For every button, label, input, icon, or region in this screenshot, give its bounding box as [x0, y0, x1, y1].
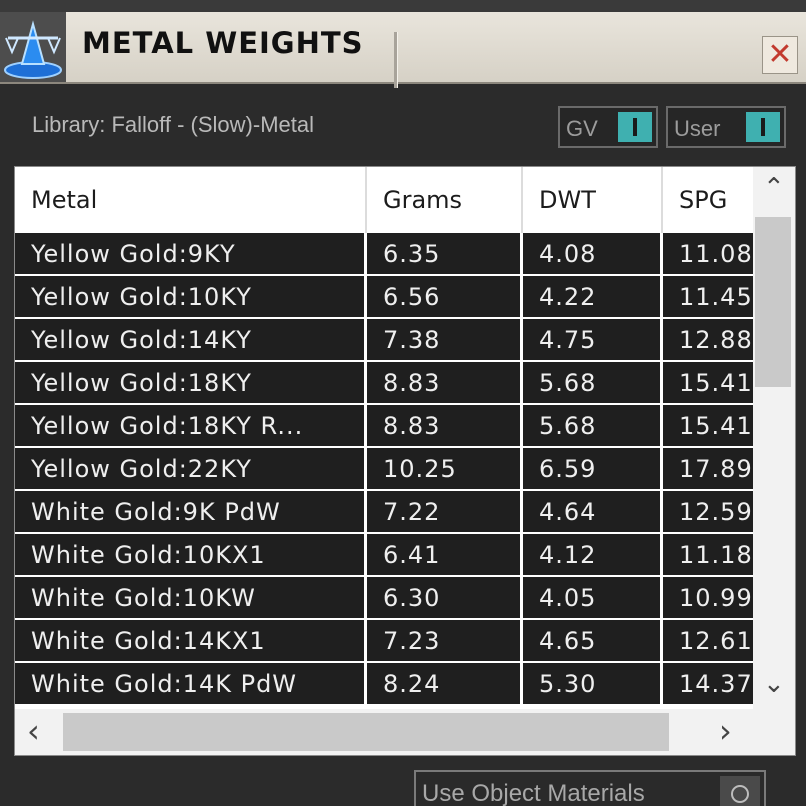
metal-weights-panel: METAL WEIGHTS ✕ Library: Falloff - (Slow… [0, 0, 806, 806]
cell-dwt: 4.05 [523, 577, 663, 618]
table-row[interactable]: Yellow Gold:22KY 10.25 6.59 17.89 [15, 448, 753, 489]
column-header-spg[interactable]: SPG [663, 167, 763, 233]
cell-spg: 14.37 [679, 669, 753, 698]
use-object-materials-label: Use Object Materials [422, 780, 645, 806]
cell-spg: 11.45 [679, 282, 753, 311]
cell-dwt: 6.59 [523, 448, 663, 489]
cell-metal: White Gold:14KX1 [15, 620, 367, 661]
gv-toggle[interactable]: GV [558, 106, 658, 148]
cell-metal: White Gold:10KX1 [15, 534, 367, 575]
cell-grams: 7.23 [367, 620, 523, 661]
cell-metal: Yellow Gold:9KY [15, 233, 367, 274]
vertical-scrollbar[interactable]: ⌃ ⌄ [753, 167, 795, 709]
cell-dwt: 5.68 [523, 362, 663, 403]
cell-spg: 12.88 [679, 325, 753, 354]
radio-icon[interactable] [720, 776, 760, 806]
metal-table: Metal Grams DWT SPG Yellow Gold:9KY 6.35… [14, 166, 796, 756]
window-title: METAL WEIGHTS [82, 26, 364, 60]
gv-toggle-switch[interactable] [618, 112, 652, 142]
gv-toggle-label: GV [566, 116, 598, 141]
top-strip [0, 0, 806, 12]
scroll-down-icon[interactable]: ⌄ [763, 671, 785, 697]
user-toggle-switch[interactable] [746, 112, 780, 142]
cell-grams: 6.30 [367, 577, 523, 618]
cell-grams: 6.35 [367, 233, 523, 274]
cell-dwt: 5.30 [523, 663, 663, 704]
cell-grams: 7.38 [367, 319, 523, 360]
table-row[interactable]: White Gold:10KX1 6.41 4.12 11.18 [15, 534, 753, 575]
user-toggle[interactable]: User [666, 106, 786, 148]
use-object-materials-button[interactable]: Use Object Materials [414, 770, 766, 806]
vertical-scroll-thumb[interactable] [755, 217, 791, 387]
cell-dwt: 4.12 [523, 534, 663, 575]
scale-icon [0, 12, 66, 82]
scroll-up-icon[interactable]: ⌃ [763, 175, 785, 201]
cell-grams: 8.83 [367, 405, 523, 446]
cell-metal: Yellow Gold:14KY [15, 319, 367, 360]
table-row[interactable]: Yellow Gold:9KY 6.35 4.08 11.08 [15, 233, 753, 274]
cell-dwt: 4.22 [523, 276, 663, 317]
title-divider [394, 32, 398, 88]
cell-metal: White Gold:9K PdW [15, 491, 367, 532]
cell-grams: 6.41 [367, 534, 523, 575]
table-header: Metal Grams DWT SPG [15, 167, 753, 233]
cell-dwt: 5.68 [523, 405, 663, 446]
cell-dwt: 4.75 [523, 319, 663, 360]
cell-metal: Yellow Gold:18KY R... [15, 405, 367, 446]
library-label: Library: Falloff - (Slow)-Metal [32, 112, 314, 137]
table-row[interactable]: White Gold:14K PdW 8.24 5.30 14.37 [15, 663, 753, 704]
table-body: Yellow Gold:9KY 6.35 4.08 11.08 Yellow G… [15, 233, 753, 709]
cell-grams: 8.83 [367, 362, 523, 403]
horizontal-scroll-thumb[interactable] [63, 713, 669, 751]
cell-grams: 6.56 [367, 276, 523, 317]
table-row[interactable]: Yellow Gold:18KY R... 8.83 5.68 15.41 [15, 405, 753, 446]
cell-metal: White Gold:10KW [15, 577, 367, 618]
cell-spg: 11.18 [679, 540, 753, 569]
column-header-grams[interactable]: Grams [367, 167, 523, 233]
cell-spg: 15.41 [679, 411, 753, 440]
close-button[interactable]: ✕ [762, 36, 798, 74]
cell-spg: 11.08 [679, 239, 753, 268]
scroll-left-icon[interactable]: ‹ [27, 715, 40, 747]
table-row[interactable]: White Gold:9K PdW 7.22 4.64 12.59 [15, 491, 753, 532]
horizontal-scrollbar[interactable]: ‹ › [15, 709, 795, 755]
cell-spg: 17.89 [679, 454, 753, 483]
cell-spg: 12.61 [679, 626, 753, 655]
user-toggle-label: User [674, 116, 721, 141]
cell-grams: 10.25 [367, 448, 523, 489]
close-icon: ✕ [767, 37, 793, 72]
column-header-dwt[interactable]: DWT [523, 167, 663, 233]
cell-metal: Yellow Gold:22KY [15, 448, 367, 489]
cell-dwt: 4.08 [523, 233, 663, 274]
table-row[interactable]: Yellow Gold:10KY 6.56 4.22 11.45 [15, 276, 753, 317]
cell-spg: 12.59 [679, 497, 753, 526]
table-row[interactable]: White Gold:14KX1 7.23 4.65 12.61 [15, 620, 753, 661]
cell-spg: 15.41 [679, 368, 753, 397]
title-bar: METAL WEIGHTS ✕ [0, 12, 806, 88]
cell-grams: 7.22 [367, 491, 523, 532]
cell-metal: Yellow Gold:18KY [15, 362, 367, 403]
cell-grams: 8.24 [367, 663, 523, 704]
cell-dwt: 4.65 [523, 620, 663, 661]
table-row[interactable]: Yellow Gold:18KY 8.83 5.68 15.41 [15, 362, 753, 403]
cell-metal: Yellow Gold:10KY [15, 276, 367, 317]
column-header-metal[interactable]: Metal [15, 167, 367, 233]
cell-spg: 10.99 [679, 583, 753, 612]
cell-metal: White Gold:14K PdW [15, 663, 367, 704]
table-row[interactable]: Yellow Gold:14KY 7.38 4.75 12.88 [15, 319, 753, 360]
table-row[interactable]: White Gold:10KW 6.30 4.05 10.99 [15, 577, 753, 618]
scroll-right-icon[interactable]: › [719, 715, 732, 747]
cell-dwt: 4.64 [523, 491, 663, 532]
